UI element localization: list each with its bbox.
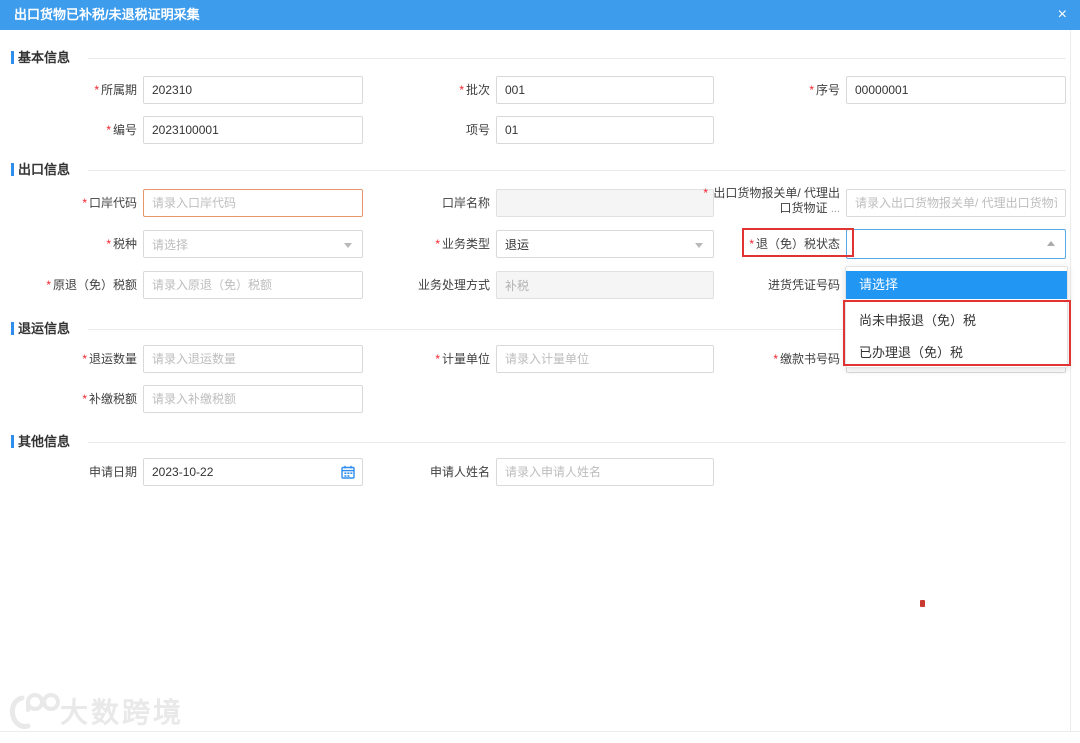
supplement-tax-input[interactable]	[143, 385, 363, 413]
declaration-label-line2: 口货物证	[779, 201, 828, 215]
applicant-input[interactable]	[496, 458, 714, 486]
apply-date-label: 申请日期	[88, 465, 137, 479]
business-type-value: 退运	[505, 237, 530, 252]
return-qty-input[interactable]	[143, 345, 363, 373]
business-process-label: 业务处理方式	[417, 278, 490, 292]
red-cursor-mark	[920, 600, 925, 607]
close-icon[interactable]: ×	[1058, 0, 1067, 30]
declaration-input[interactable]	[846, 189, 1066, 217]
section-basic-info: 基本信息	[0, 50, 1080, 66]
port-code-input[interactable]	[143, 189, 363, 217]
dropdown-option-processed[interactable]: 已办理退（免）税	[846, 339, 1067, 367]
refund-status-dropdown: 请选择 尚未申报退（免）税 已办理退（免）税	[845, 266, 1068, 368]
number-input[interactable]	[143, 116, 363, 144]
tax-type-label: 税种	[17, 230, 137, 258]
item-no-label: 项号	[465, 123, 490, 137]
apply-date-field[interactable]	[143, 458, 363, 486]
return-qty-label: 退运数量	[17, 345, 137, 373]
unit-label: 计量单位	[370, 345, 490, 373]
original-refund-input[interactable]	[143, 271, 363, 299]
period-input[interactable]	[143, 76, 363, 104]
batch-label: 批次	[370, 76, 490, 104]
section-title-return: 退运信息	[18, 321, 71, 336]
export-tax-certificate-dialog: 出口货物已补税/未退税证明采集 × 基本信息 所属期 批次 序号 编号 项号 出…	[0, 0, 1080, 743]
seq-label: 序号	[700, 76, 840, 104]
batch-input[interactable]	[496, 76, 714, 104]
business-type-select[interactable]: 退运	[496, 230, 714, 258]
right-border-line	[1070, 30, 1071, 731]
calendar-icon[interactable]	[341, 465, 355, 479]
port-code-label: 口岸代码	[17, 189, 137, 217]
section-export-info: 出口信息	[0, 162, 1080, 178]
section-bar	[11, 51, 14, 64]
period-label: 所属期	[17, 76, 137, 104]
port-name-label: 口岸名称	[441, 196, 490, 210]
declaration-label-line1: 出口货物报关单/ 代理出	[713, 186, 840, 200]
section-title-basic: 基本信息	[18, 50, 71, 65]
dialog-titlebar: 出口货物已补税/未退税证明采集 ×	[0, 0, 1080, 30]
dropdown-option-not-declared[interactable]: 尚未申报退（免）税	[846, 307, 1067, 335]
section-bar	[11, 435, 14, 448]
declaration-label-ellipsis: ...	[830, 203, 840, 215]
section-title-other: 其他信息	[18, 434, 71, 449]
unit-input[interactable]	[496, 345, 714, 373]
dropdown-option-please-select[interactable]: 请选择	[846, 271, 1067, 299]
payment-no-label: 缴款书号码	[700, 345, 840, 373]
original-refund-label: 原退（免）税额	[17, 271, 137, 299]
port-name-input	[496, 189, 714, 217]
tax-type-placeholder: 请选择	[152, 237, 189, 252]
applicant-label: 申请人姓名	[429, 465, 490, 479]
dialog-title: 出口货物已补税/未退税证明采集	[14, 7, 200, 22]
declaration-label: 出口货物报关单/ 代理出 口货物证 ...	[700, 186, 840, 217]
watermark-logo: 大数跨境	[8, 688, 184, 734]
section-other-info: 其他信息	[0, 434, 1080, 450]
section-bar	[11, 163, 14, 176]
section-divider	[88, 170, 1066, 171]
watermark-text: 大数跨境	[60, 697, 185, 728]
section-title-export: 出口信息	[18, 162, 71, 177]
tax-type-select[interactable]: 请选择	[143, 230, 363, 258]
chevron-down-icon	[344, 243, 352, 248]
section-divider	[88, 58, 1066, 59]
apply-date-input[interactable]	[143, 458, 363, 486]
refund-status-label: 退（免）税状态	[700, 230, 840, 258]
refund-status-select[interactable]	[846, 229, 1066, 259]
section-divider	[88, 442, 1066, 443]
item-no-input[interactable]	[496, 116, 714, 144]
business-type-label: 业务类型	[370, 230, 490, 258]
supplement-tax-label: 补缴税额	[17, 385, 137, 413]
chevron-up-icon	[1047, 241, 1055, 246]
section-bar	[11, 322, 14, 335]
business-process-input	[496, 271, 714, 299]
purchase-voucher-label: 进货凭证号码	[767, 278, 840, 292]
seq-input[interactable]	[846, 76, 1066, 104]
number-label: 编号	[17, 116, 137, 144]
watermark-logo-icon	[9, 693, 60, 729]
